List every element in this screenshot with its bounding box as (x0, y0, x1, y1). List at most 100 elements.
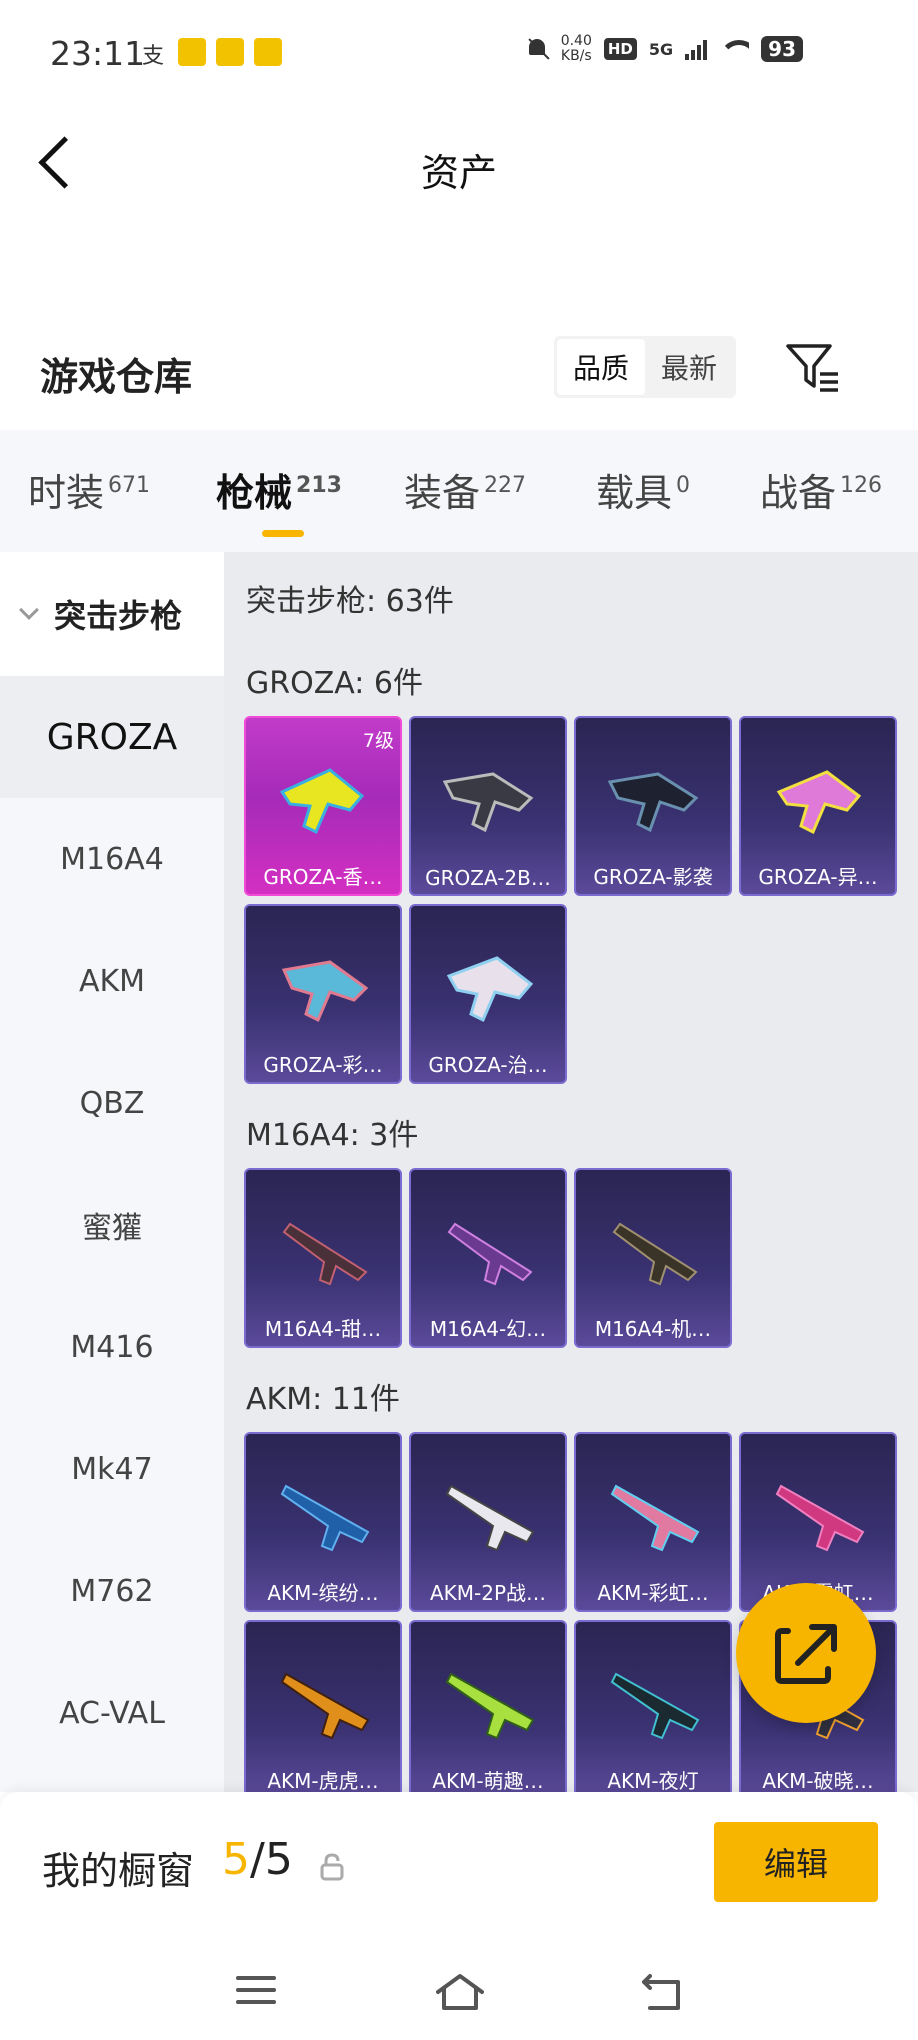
tab-label: 载具 (596, 471, 673, 515)
weapon-card[interactable]: AKM-彩虹… (574, 1432, 732, 1612)
weapon-name: GROZA-2B… (425, 866, 551, 890)
m16a4-skin-image (282, 1222, 368, 1286)
m16a4-skin-image (612, 1222, 698, 1286)
active-tab-indicator (262, 530, 304, 537)
akm-skin-image (445, 1672, 535, 1740)
tab-fashion[interactable]: 时装 671 (28, 462, 150, 517)
sort-quality-button[interactable]: 品质 (557, 339, 645, 395)
sidebar-item-qbz[interactable]: QBZ (0, 1042, 224, 1164)
weapon-name: M16A4-机… (594, 1317, 712, 1341)
weapon-name: AKM-萌趣… (432, 1769, 544, 1792)
weapon-name: GROZA-治… (428, 1053, 548, 1077)
edit-button[interactable]: 编辑 (714, 1822, 878, 1902)
tab-count: 0 (676, 473, 691, 498)
system-nav-bar (0, 1932, 918, 2040)
notification-icons: 支 (142, 38, 282, 69)
weapon-name: AKM-缤纷… (267, 1581, 379, 1605)
groza-skin-image (446, 956, 534, 1023)
weapon-card[interactable]: AKM-2P战… (409, 1432, 567, 1612)
akm-skin-image (445, 1484, 535, 1552)
groza-skin-image (442, 772, 534, 833)
tab-equipment[interactable]: 装备 227 (404, 462, 526, 517)
alipay-icon: 支 (142, 44, 165, 69)
tab-count: 671 (108, 473, 151, 498)
signal-icon (685, 38, 708, 60)
group-title-akm: AKM: 11件 (246, 1382, 400, 1417)
weapon-card[interactable]: GROZA-异… (739, 716, 897, 896)
warehouse-bar: 游戏仓库 品质 最新 (0, 280, 918, 430)
sort-toggle: 品质 最新 (554, 336, 736, 398)
weapon-name: GROZA-影袭 (593, 865, 713, 889)
wifi-icon (719, 38, 750, 60)
weapon-card[interactable]: AKM-萌趣… (409, 1620, 567, 1792)
weapon-card[interactable]: M16A4-机… (574, 1168, 732, 1348)
weapon-card[interactable]: AKM-缤纷… (244, 1432, 402, 1612)
status-right: 0.40 KB/s HD 5G 93 (525, 34, 803, 64)
akm-skin-image (610, 1672, 700, 1740)
weapon-card[interactable]: AKM-虎虎… (244, 1620, 402, 1792)
share-external-icon (775, 1624, 837, 1684)
weapon-name: GROZA-彩… (263, 1053, 383, 1077)
weapon-card[interactable]: 7级 GROZA-香… (244, 716, 402, 896)
weapon-sidebar: 突击步枪 GROZA M16A4 AKM QBZ 蜜獾 M416 Mk47 M7… (0, 552, 224, 1792)
battery-level: 93 (761, 36, 803, 62)
m16a4-grid: M16A4-甜… M16A4-幻… M16A4-机… (244, 1168, 897, 1348)
akm-skin-image (610, 1484, 700, 1552)
tab-label: 战备 (760, 471, 837, 515)
weapon-name: GROZA-香… (263, 865, 383, 889)
lock-icon (320, 1853, 344, 1881)
tab-label: 枪械 (216, 471, 293, 515)
weapon-name: M16A4-甜… (264, 1317, 382, 1341)
share-button[interactable] (736, 1583, 876, 1723)
home-icon[interactable] (434, 1972, 486, 2012)
weapon-name: AKM-破晓… (762, 1769, 874, 1792)
sidebar-item-m416[interactable]: M416 (0, 1286, 224, 1408)
akm-skin-image (280, 1484, 370, 1552)
sidebar-category-assault-rifle[interactable]: 突击步枪 (0, 552, 224, 676)
sidebar-item-groza[interactable]: GROZA (0, 676, 224, 798)
tab-vehicles[interactable]: 载具 0 (596, 462, 690, 517)
sidebar-item-m762[interactable]: M762 (0, 1530, 224, 1652)
tab-count: 213 (296, 473, 342, 498)
tab-firearms[interactable]: 枪械 213 (216, 462, 342, 537)
network-speed-unit: KB/s (560, 48, 592, 64)
status-bar: 23:11 支 0.40 KB/s HD 5G 93 (0, 0, 918, 104)
group-title-groza: GROZA: 6件 (246, 666, 423, 701)
tab-count: 126 (840, 473, 883, 498)
weapon-card[interactable]: GROZA-彩… (244, 904, 402, 1084)
sidebar-item-honey-badger[interactable]: 蜜獾 (0, 1164, 224, 1286)
weapon-card[interactable]: M16A4-幻… (409, 1168, 567, 1348)
m16a4-skin-image (447, 1222, 533, 1286)
groza-skin-image (607, 772, 699, 833)
sidebar-item-akm[interactable]: AKM (0, 920, 224, 1042)
warehouse-title: 游戏仓库 (40, 355, 193, 399)
category-tabs: 时装 671 枪械 213 装备 227 载具 0 战备 126 (0, 430, 918, 552)
network-speed-value: 0.40 (560, 33, 592, 49)
weapon-name: M16A4-幻… (429, 1317, 547, 1341)
sidebar-item-mk47[interactable]: Mk47 (0, 1408, 224, 1530)
chevron-down-icon (19, 600, 39, 620)
weapon-card[interactable]: M16A4-甜… (244, 1168, 402, 1348)
sidebar-category-label: 突击步枪 (54, 597, 183, 635)
weapon-card[interactable]: GROZA-治… (409, 904, 567, 1084)
weapon-name: GROZA-异… (758, 865, 878, 889)
app-notification-icon (254, 38, 282, 66)
weapon-name: AKM-虎虎… (267, 1769, 379, 1792)
tab-supplies[interactable]: 战备 126 (760, 462, 882, 517)
back-icon[interactable] (640, 1972, 684, 2012)
weapon-name: AKM-彩虹… (597, 1581, 709, 1605)
menu-icon[interactable] (234, 1972, 278, 2008)
network-type: 5G (648, 39, 674, 59)
sidebar-item-ac-val[interactable]: AC-VAL (0, 1652, 224, 1774)
weapon-name: AKM-2P战… (429, 1581, 547, 1605)
showcase-bar: 我的橱窗 5/5 编辑 (0, 1792, 918, 1932)
sidebar-item-m16a4[interactable]: M16A4 (0, 798, 224, 920)
weapon-card[interactable]: AKM-夜灯 (574, 1620, 732, 1792)
sort-latest-button[interactable]: 最新 (645, 339, 733, 395)
hd-badge: HD (603, 38, 637, 60)
weapon-card[interactable]: GROZA-影袭 (574, 716, 732, 896)
weapon-card[interactable]: GROZA-2B… (409, 716, 567, 896)
akm-skin-image (280, 1672, 370, 1740)
tab-count: 227 (484, 473, 527, 498)
filter-icon[interactable] (784, 340, 840, 396)
